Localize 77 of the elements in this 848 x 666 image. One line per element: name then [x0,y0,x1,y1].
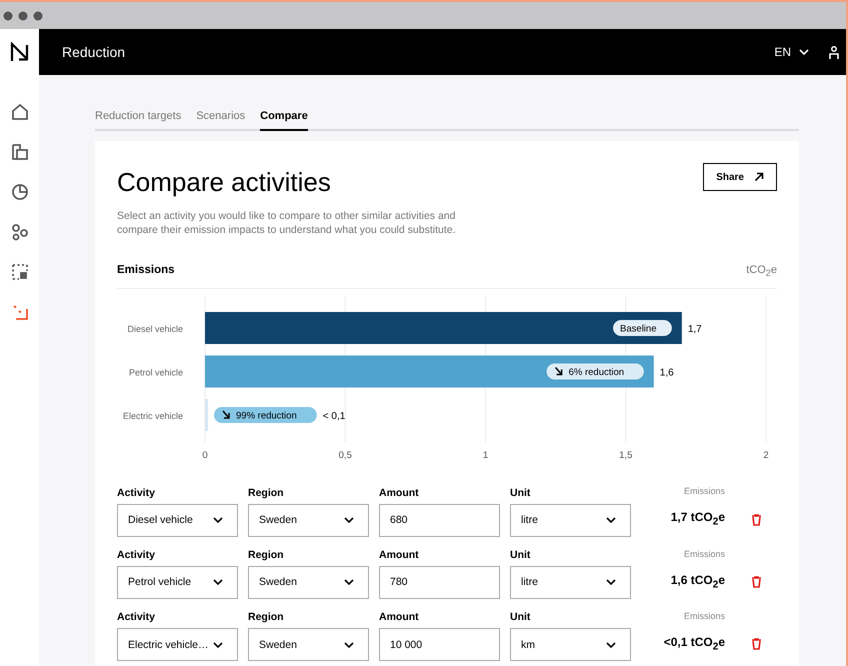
activity-dropdown[interactable]: Petrol vehicle [117,566,238,599]
category-label: Petrol vehicle [128,368,183,378]
field-label: Activity [117,486,156,499]
chevron-down-icon [799,49,809,55]
share-button[interactable]: Share [703,163,777,191]
emissions-value: 1,7 tCO$_{2}$e [670,510,725,528]
sidebar-item[interactable] [10,263,28,281]
window-controls-icon[interactable] [3,10,43,20]
badge: 99% reduction [214,407,317,424]
axis-tick-label: 0 [202,450,208,462]
field-label: Region [248,611,285,624]
sidebar-item[interactable] [10,183,28,201]
field-label: Amount [379,611,420,624]
region-dropdown[interactable]: Sweden [248,566,369,599]
unit-dropdown[interactable]: km [510,628,631,662]
unit-dropdown[interactable]: litre [510,504,631,537]
emissions-label: Emissions [684,548,725,559]
chevron-down-icon [606,517,616,524]
badge: Baseline [613,320,672,336]
chevron-down-icon [213,517,223,524]
value-label: < 0,1 [322,411,346,422]
tab[interactable]: Reduction targets [95,109,182,131]
region-dropdown[interactable]: Sweden [248,628,369,662]
chevron-down-icon [213,579,223,586]
field-label: Region [248,486,285,499]
field-label: Unit [510,548,532,561]
sidebar-item[interactable] [10,303,28,321]
axis-tick-label: 2 [763,450,769,462]
sidebar-item[interactable] [10,223,28,241]
emissions-value: <0,1 tCO$_{2}$e [664,634,725,652]
field-label: Amount [379,548,420,561]
tab[interactable]: Scenarios [196,109,246,131]
arrow-up-right-icon [754,172,764,182]
emissions-label: Emissions [684,486,725,496]
activity-dropdown[interactable]: Electric vehicle… [117,628,238,662]
chevron-down-icon [606,642,616,648]
axis-tick-label: 1 [482,450,488,462]
chevron-down-icon [606,579,616,586]
field-label: Unit [510,611,532,624]
value-label: 1,7 [688,324,702,336]
category-label: Diesel vehicle [127,324,183,334]
amount-input[interactable]: 780 [379,566,500,599]
language-dropdown[interactable]: EN [774,45,809,59]
sidebar-item[interactable] [10,103,28,121]
delete-icon[interactable] [751,514,762,526]
axis-tick-label: 1,5 [619,450,632,462]
badge: 6% reduction [546,364,644,380]
category-label: Electric vehicle [122,411,183,422]
delete-icon[interactable] [751,576,762,588]
amount-input[interactable]: 10 000 [379,628,500,662]
tab[interactable]: Compare [260,109,308,131]
unit-dropdown[interactable]: litre [510,566,631,599]
emissions-label: Emissions [684,610,725,621]
delete-icon[interactable] [751,638,762,650]
unit-label: tCO$_{2}$e [746,264,777,278]
page-title: Reduction [62,44,126,60]
field-label: Activity [117,611,156,624]
chevron-down-icon [344,517,354,524]
user-icon[interactable] [829,46,839,58]
field-label: Region [248,548,285,561]
field-label: Activity [117,548,156,561]
sidebar-item[interactable] [10,143,28,161]
amount-input[interactable]: 680 [379,504,500,537]
chevron-down-icon [344,579,354,586]
region-dropdown[interactable]: Sweden [248,504,369,537]
field-label: Unit [510,486,532,499]
chevron-down-icon [344,642,354,648]
chevron-down-icon [213,642,223,648]
logo-icon[interactable] [10,42,30,62]
axis-tick-label: 0,5 [338,450,352,462]
card-title: Compare activities [117,167,332,198]
section-title: Emissions [117,264,175,278]
card-description: Select an activity you would like to compare to other similar activities and compare their emission impacts to understand what you could substitute. [117,209,457,237]
emissions-value: 1,6 tCO$_{2}$e [670,572,725,590]
value-label: 1,6 [660,368,674,379]
field-label: Amount [379,486,420,499]
activity-dropdown[interactable]: Diesel vehicle [117,504,238,537]
